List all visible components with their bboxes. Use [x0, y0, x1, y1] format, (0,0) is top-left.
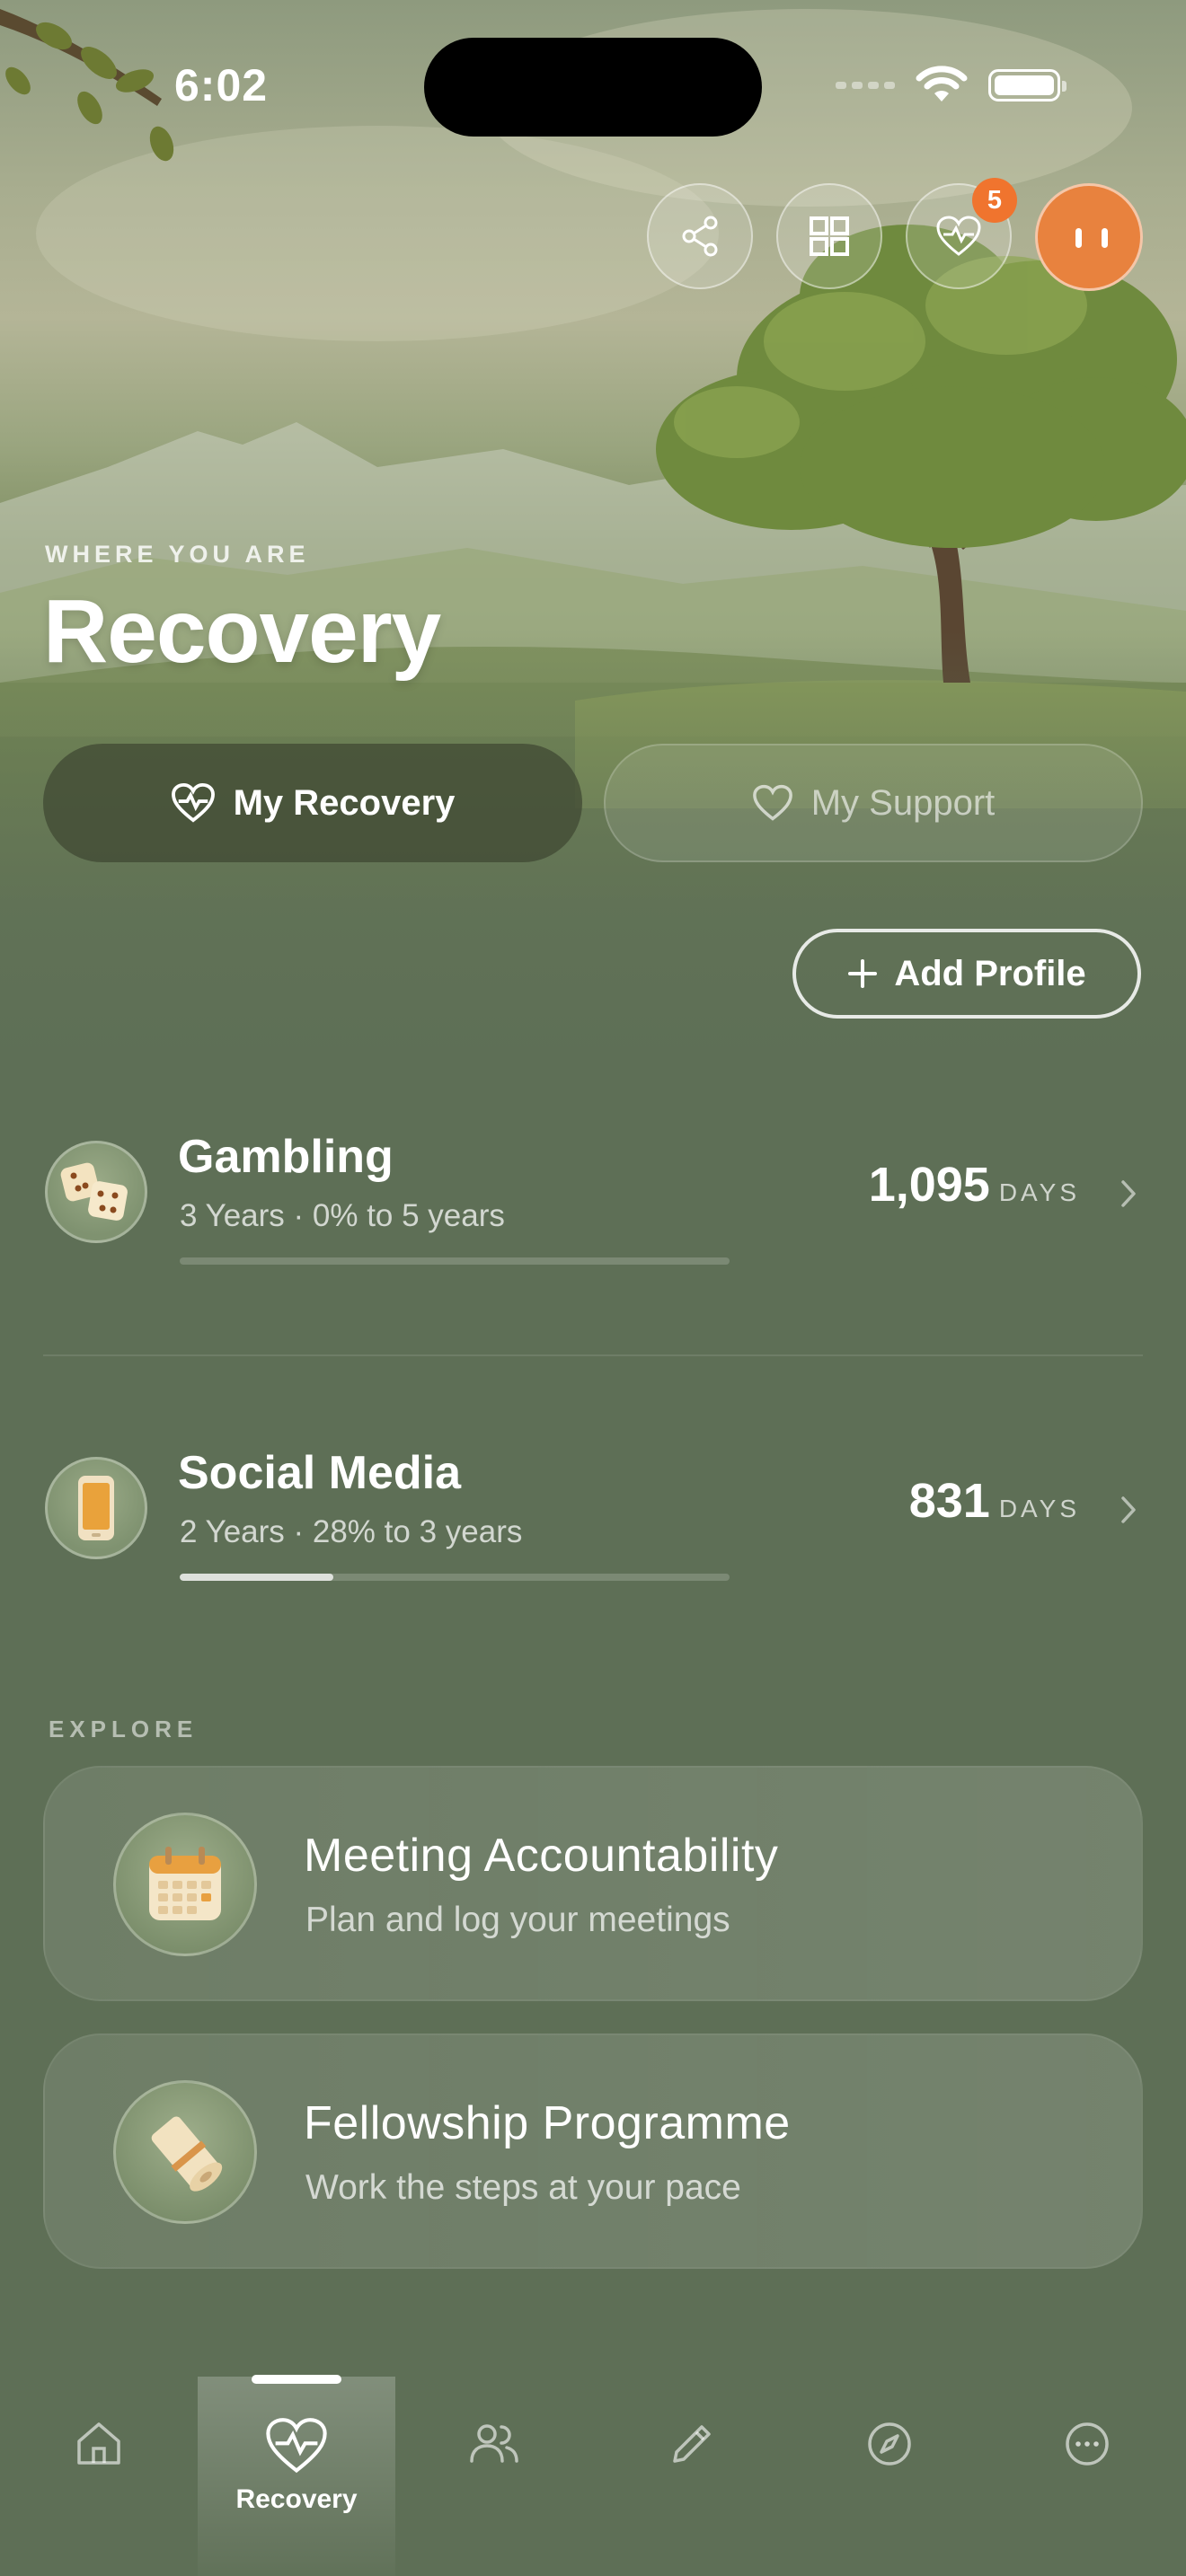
recovery-row-social-media[interactable]: Social Media 2 Years · 28% to 3 years 83… [43, 1439, 1143, 1583]
more-icon [1066, 2422, 1109, 2466]
add-profile-label: Add Profile [894, 953, 1086, 993]
battery-icon [988, 69, 1067, 101]
add-profile-button[interactable]: Add Profile [792, 929, 1141, 1019]
recovery-screen: 6:02 5 WHERE YOU ARE Recovery My Recover… [0, 0, 1186, 2576]
chevron-right-icon [1121, 1180, 1136, 1207]
recovery-progress [180, 1257, 730, 1265]
heartbeat-icon [936, 216, 981, 256]
recovery-row-gambling[interactable]: Gambling 3 Years · 0% to 5 years 1,095 D… [43, 1123, 1143, 1266]
tab-more[interactable] [988, 2377, 1186, 2576]
tab-recovery[interactable]: Recovery [198, 2375, 395, 2576]
calendar-icon [113, 1813, 257, 1956]
tab-people[interactable] [395, 2377, 593, 2576]
tab-recovery-label: Recovery [235, 2484, 358, 2514]
page-title: Recovery [43, 581, 441, 682]
explore-card-subtitle: Work the steps at your pace [305, 2168, 741, 2207]
recovery-progress [180, 1574, 730, 1581]
tab-my-support[interactable]: My Support [604, 744, 1143, 862]
plus-icon [848, 959, 878, 988]
recovery-count: 831 DAYS [909, 1473, 1080, 1529]
grid-button[interactable] [776, 183, 882, 289]
recovery-subtitle: 2 Years · 28% to 3 years [180, 1514, 523, 1549]
heartbeat-icon [171, 782, 215, 823]
avatar[interactable] [1035, 183, 1143, 291]
dynamic-island [424, 38, 762, 137]
recovery-count-number: 1,095 [868, 1158, 990, 1212]
explore-card-title: Fellowship Programme [304, 2097, 791, 2149]
status-time: 6:02 [174, 60, 269, 110]
recovery-count-number: 831 [908, 1474, 990, 1528]
phone-icon [45, 1457, 147, 1559]
pencil-icon [673, 2425, 711, 2463]
share-icon [682, 216, 718, 257]
page-eyebrow: WHERE YOU ARE [45, 541, 310, 568]
signal-icon [836, 82, 895, 89]
recovery-count: 1,095 DAYS [869, 1157, 1080, 1213]
recovery-progress-fill [180, 1574, 334, 1581]
explore-card-fellowship-programme[interactable]: Fellowship Programme Work the steps at y… [43, 2033, 1143, 2269]
recovery-title: Social Media [178, 1447, 461, 1499]
tab-discover[interactable] [791, 2377, 988, 2576]
tab-my-recovery[interactable]: My Recovery [43, 744, 582, 862]
recovery-count-unit: DAYS [998, 1178, 1080, 1206]
notification-badge: 5 [972, 178, 1017, 223]
heart-icon [752, 784, 792, 821]
tab-home[interactable] [0, 2377, 198, 2576]
wifi-icon [916, 66, 968, 101]
tab-my-recovery-label: My Recovery [233, 782, 456, 823]
recovery-count-unit: DAYS [998, 1495, 1080, 1522]
section-label-explore: EXPLORE [49, 1716, 199, 1742]
tab-journal[interactable] [593, 2377, 791, 2576]
scroll-icon [113, 2080, 257, 2224]
hero-landscape [0, 0, 1186, 1060]
explore-card-meeting-accountability[interactable]: Meeting Accountability Plan and log your… [43, 1766, 1143, 2001]
divider [43, 1354, 1143, 1356]
status-icons [836, 63, 1067, 108]
chevron-right-icon [1121, 1496, 1136, 1523]
tab-my-support-label: My Support [810, 782, 996, 823]
compass-icon [868, 2422, 911, 2466]
tab-bar: Recovery [0, 2353, 1186, 2576]
people-icon [470, 2424, 518, 2463]
health-button[interactable]: 5 [906, 178, 1017, 289]
recovery-title: Gambling [178, 1131, 394, 1183]
explore-card-subtitle: Plan and log your meetings [305, 1901, 730, 1939]
dice-icon [45, 1141, 147, 1243]
explore-card-title: Meeting Accountability [304, 1830, 779, 1882]
home-icon [77, 2422, 120, 2465]
heartbeat-icon [266, 2418, 327, 2474]
recovery-subtitle: 3 Years · 0% to 5 years [180, 1198, 505, 1233]
grid-icon [810, 216, 849, 256]
share-button[interactable] [647, 183, 753, 289]
